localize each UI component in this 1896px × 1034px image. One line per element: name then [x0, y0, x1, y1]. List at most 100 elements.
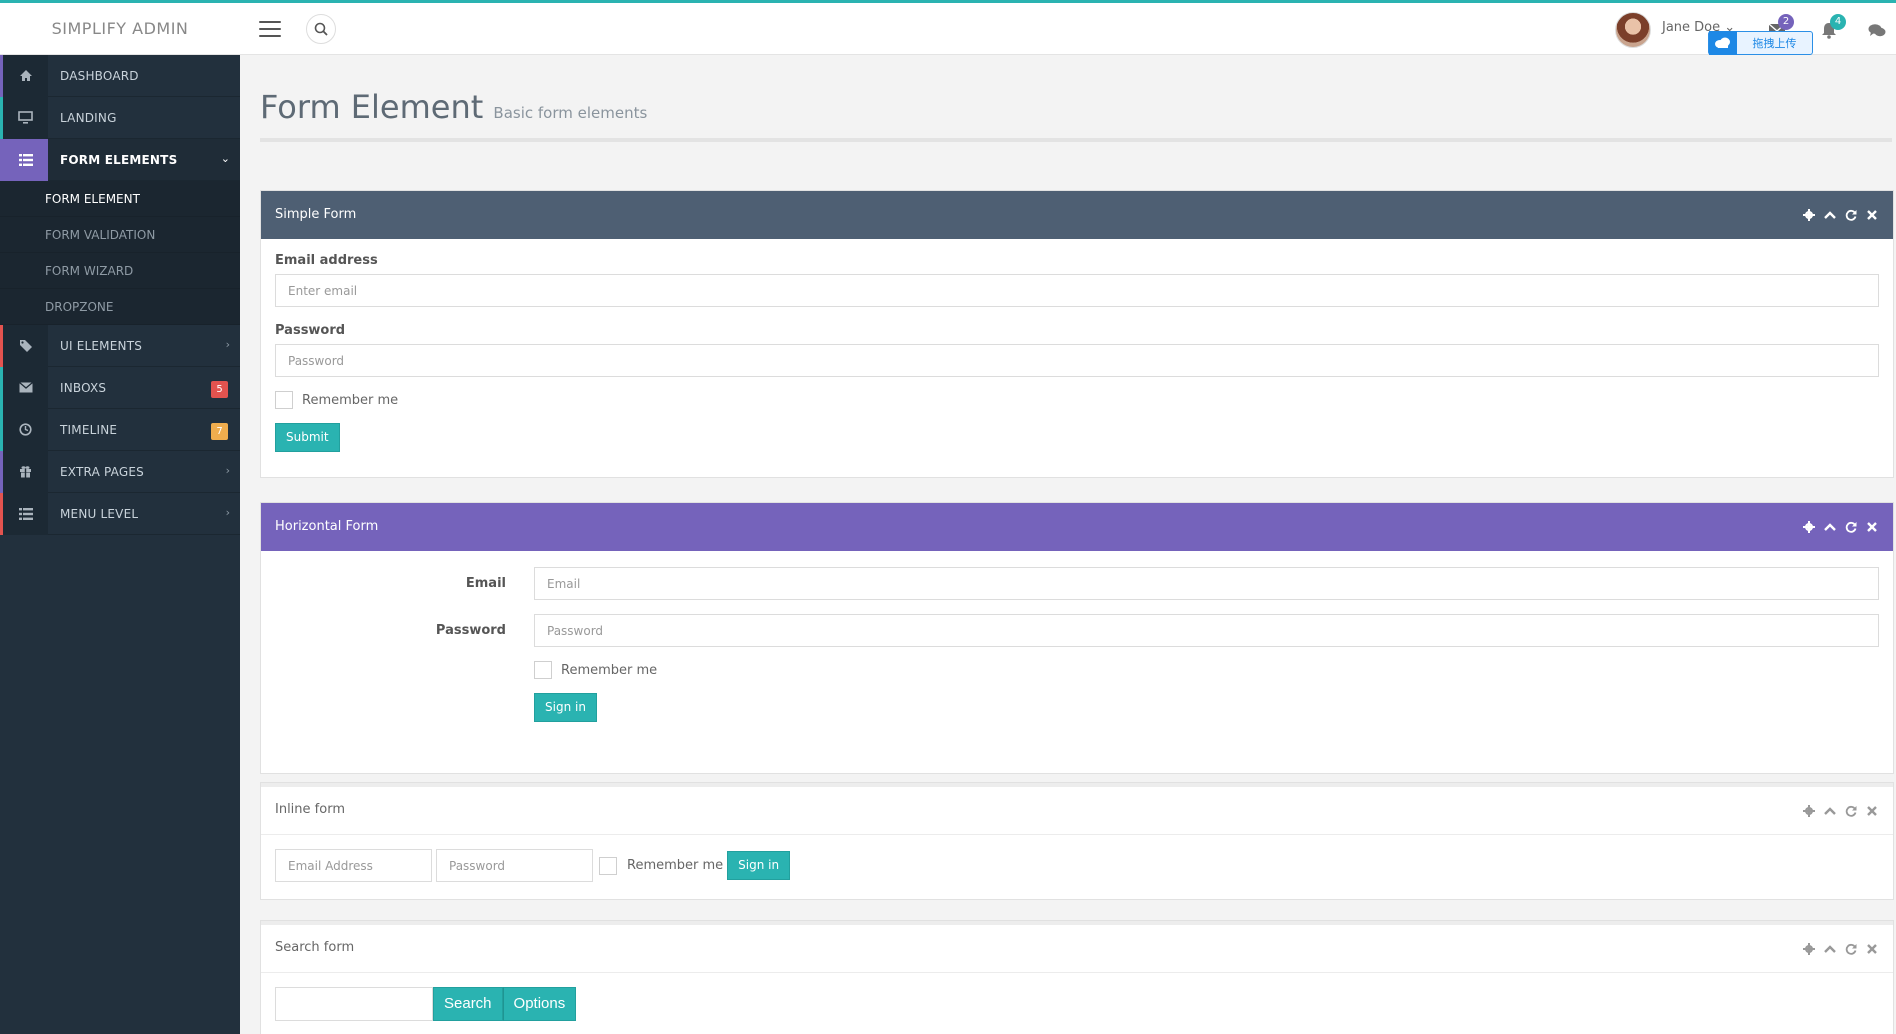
chevron-up-icon[interactable]: [1822, 941, 1837, 956]
panel-title: Horizontal Form: [275, 519, 379, 534]
timeline-count-badge: 7: [211, 423, 228, 440]
menu-toggle-icon[interactable]: [259, 18, 281, 38]
page-title: Form Element: [260, 88, 484, 126]
inline-password-input[interactable]: [436, 849, 593, 882]
panel-body: Email address Password Remember me Submi…: [261, 239, 1893, 466]
sidebar-item-form-elements[interactable]: FORM ELEMENTS ⌄: [0, 138, 240, 181]
sidebar-item-ui-elements[interactable]: UI ELEMENTS ›: [0, 324, 240, 367]
chevron-down-icon: ⌄: [220, 152, 230, 165]
panel-title: Simple Form: [275, 207, 357, 222]
gear-icon[interactable]: [1801, 803, 1816, 818]
list-icon: [0, 492, 48, 535]
search-icon[interactable]: [306, 14, 336, 44]
refresh-icon[interactable]: [1843, 520, 1858, 535]
panel-tools: [1801, 503, 1879, 551]
refresh-icon[interactable]: [1843, 208, 1858, 223]
search-form-panel: Search form Search Options: [260, 920, 1894, 1034]
page-subtitle: Basic form elements: [493, 104, 648, 122]
home-icon: [0, 54, 48, 97]
email-row: Email: [275, 567, 1879, 600]
sidebar-item-extra-pages[interactable]: EXTRA PAGES ›: [0, 450, 240, 493]
list-icon: [0, 138, 48, 181]
chevron-up-icon[interactable]: [1822, 520, 1837, 535]
horizontal-email-input[interactable]: [534, 567, 1879, 600]
close-icon[interactable]: [1864, 803, 1879, 818]
refresh-icon[interactable]: [1843, 941, 1858, 956]
sidebar-item-inboxs[interactable]: INBOXS 5: [0, 366, 240, 409]
email-label: Email: [465, 576, 506, 591]
inline-sign-in-button[interactable]: Sign in: [727, 851, 791, 880]
monitor-icon: [0, 96, 48, 139]
close-icon[interactable]: [1864, 208, 1879, 223]
inline-form-panel: Inline form Remember me Sign in: [260, 782, 1894, 900]
upload-label: 拖拽上传: [1752, 37, 1797, 50]
horizontal-password-input[interactable]: [534, 614, 1879, 647]
remember-me-label: Remember me: [627, 858, 724, 873]
search-input-group: Search Options: [275, 987, 1879, 1021]
sidebar-item-menu-level[interactable]: MENU LEVEL ›: [0, 492, 240, 535]
sidebar-subitem-dropzone[interactable]: DROPZONE: [0, 289, 240, 325]
gear-icon[interactable]: [1801, 520, 1816, 535]
sidebar: DASHBOARD LANDING FORM ELEMENTS ⌄ FORM E…: [0, 54, 240, 1034]
envelope-icon: [0, 366, 48, 409]
sidebar-item-label: LANDING: [60, 110, 117, 125]
sidebar-item-dashboard[interactable]: DASHBOARD: [0, 54, 240, 97]
email-label: Email address: [275, 253, 378, 268]
search-input[interactable]: [275, 987, 433, 1021]
sidebar-item-landing[interactable]: LANDING: [0, 96, 240, 139]
sidebar-item-label: FORM ELEMENTS: [60, 152, 178, 167]
bell-count-badge: 4: [1830, 14, 1846, 30]
panel-tools: [1801, 787, 1879, 834]
panel-body: Search Options: [261, 973, 1893, 1034]
comments-icon: [1868, 23, 1886, 36]
top-navbar: SIMPLIFY ADMIN Jane Doe ⌄ 2 4 拖拽上传: [0, 0, 1896, 55]
signin-row: Sign in: [275, 693, 1879, 722]
panel-tools: [1801, 925, 1879, 972]
panel-heading: Inline form: [261, 783, 1893, 835]
chevron-up-icon[interactable]: [1822, 803, 1837, 818]
panel-heading: Search form: [261, 921, 1893, 973]
sidebar-item-label: UI ELEMENTS: [60, 338, 143, 353]
sidebar-subitem-form-validation[interactable]: FORM VALIDATION: [0, 217, 240, 253]
password-input[interactable]: [275, 344, 1879, 377]
remember-me-checkbox[interactable]: [534, 661, 552, 679]
panel-title: Search form: [275, 940, 355, 955]
horizontal-form-panel: Horizontal Form Email Password R: [260, 502, 1894, 774]
sign-in-button[interactable]: Sign in: [534, 693, 597, 722]
refresh-icon[interactable]: [1843, 803, 1858, 818]
page-header: Form Element Basic form elements: [260, 88, 1892, 142]
drag-upload-widget[interactable]: 拖拽上传: [1708, 31, 1813, 55]
submit-button[interactable]: Submit: [275, 423, 340, 452]
sidebar-subitem-form-wizard[interactable]: FORM WIZARD: [0, 253, 240, 289]
mail-count-badge: 2: [1778, 14, 1794, 30]
chevron-right-icon: ›: [225, 464, 230, 477]
bell-notification-button[interactable]: 4: [1818, 14, 1846, 41]
remember-me-label: Remember me: [561, 662, 658, 678]
remember-me-label: Remember me: [302, 392, 399, 408]
sidebar-item-label: DASHBOARD: [60, 68, 139, 83]
simple-form-panel: Simple Form Email address Password Remem…: [260, 190, 1894, 478]
main-content: Form Element Basic form elements Simple …: [240, 55, 1896, 1034]
close-icon[interactable]: [1864, 941, 1879, 956]
gift-icon: [0, 450, 48, 493]
close-icon[interactable]: [1864, 520, 1879, 535]
remember-row: Remember me: [275, 661, 1879, 679]
gear-icon[interactable]: [1801, 941, 1816, 956]
inline-email-input[interactable]: [275, 849, 432, 882]
chat-button[interactable]: [1866, 19, 1888, 41]
gear-icon[interactable]: [1801, 208, 1816, 223]
search-button[interactable]: Search: [433, 987, 503, 1021]
options-button[interactable]: Options: [502, 987, 577, 1021]
remember-me-checkbox[interactable]: [275, 391, 293, 409]
email-input[interactable]: [275, 274, 1879, 307]
chevron-up-icon[interactable]: [1822, 208, 1837, 223]
sidebar-subitem-form-element[interactable]: FORM ELEMENT: [0, 181, 240, 217]
avatar[interactable]: [1615, 12, 1651, 48]
panel-title: Inline form: [275, 802, 345, 817]
sidebar-item-timeline[interactable]: TIMELINE 7: [0, 408, 240, 451]
panel-tools: [1801, 191, 1879, 239]
brand-logo[interactable]: SIMPLIFY ADMIN: [0, 3, 240, 55]
chevron-right-icon: ›: [225, 506, 230, 519]
remember-me-checkbox[interactable]: [599, 856, 617, 875]
sidebar-item-label: MENU LEVEL: [60, 506, 139, 521]
